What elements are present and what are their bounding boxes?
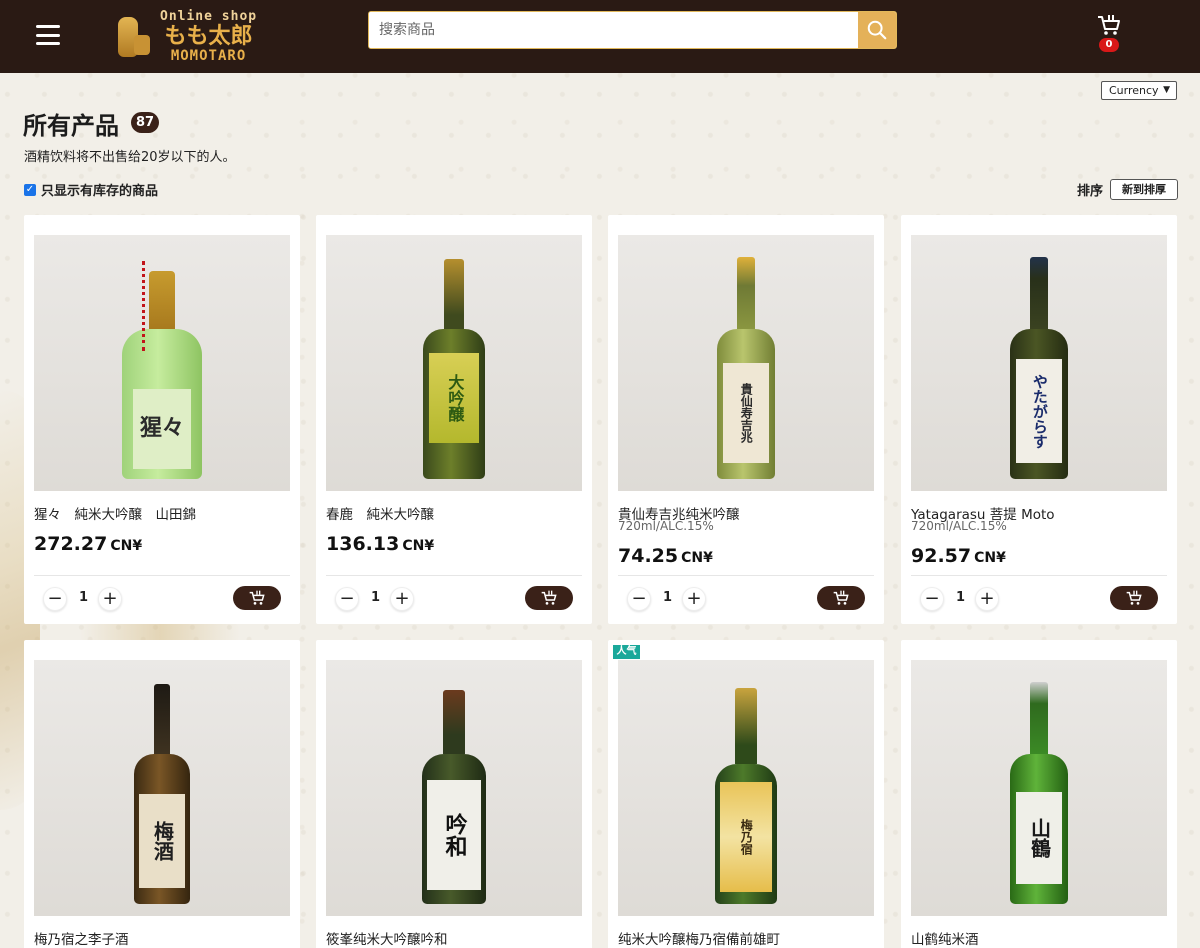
cart-count-badge: 0 <box>1099 38 1119 52</box>
bottle-label: 貴仙寿吉兆 <box>723 363 769 463</box>
sort-label: 排序 <box>1077 184 1104 199</box>
logo-tagline: Online shop <box>160 8 258 24</box>
quantity-decrease-button[interactable]: − <box>627 587 651 611</box>
product-image[interactable]: 貴仙寿吉兆 <box>618 235 874 491</box>
product-image[interactable]: 大吟醸 <box>326 235 582 491</box>
quantity-increase-button[interactable]: + <box>98 587 122 611</box>
page-title: 所有产品 <box>23 112 119 140</box>
price-currency: CN¥ <box>681 550 713 566</box>
bottle-label: 梅乃宿 <box>720 782 772 892</box>
divider <box>34 575 290 576</box>
top-header: Online shop もも太郎 MOMOTARO 0 <box>0 0 1200 73</box>
product-image[interactable]: 梅酒 <box>34 660 290 916</box>
product-card[interactable]: 山鶴 山鹤纯米酒 <box>901 640 1177 948</box>
add-to-cart-icon <box>541 590 557 605</box>
quantity-decrease-button[interactable]: − <box>43 587 67 611</box>
add-to-cart-button[interactable] <box>525 586 573 610</box>
bottle-label: 山鶴 <box>1016 792 1062 884</box>
bottle-label: 猩々 <box>133 389 191 469</box>
site-logo[interactable]: Online shop もも太郎 MOMOTARO <box>110 4 290 68</box>
shopping-cart-icon <box>1098 15 1120 35</box>
product-card[interactable]: 吟和 筱峯纯米大吟醸吟和 <box>316 640 592 948</box>
quantity-value: 1 <box>663 590 673 605</box>
product-card[interactable]: 梅乃宿 纯米大吟醸梅乃宿備前雄町 <box>608 640 884 948</box>
add-to-cart-icon <box>833 590 849 605</box>
product-card[interactable]: 大吟醸 春鹿 純米大吟醸 136.13 CN¥ − 1 + <box>316 215 592 624</box>
add-to-cart-icon <box>1126 590 1142 605</box>
age-notice: 酒精饮料将不出售给20岁以下的人。 <box>24 150 236 165</box>
add-to-cart-button[interactable] <box>817 586 865 610</box>
search-icon <box>867 20 887 40</box>
price-value: 74.25 <box>618 545 679 567</box>
popular-tag: 人气 <box>613 645 640 659</box>
product-image[interactable]: やたがらす <box>911 235 1167 491</box>
bottle-label: やたがらす <box>1016 359 1062 463</box>
sake-bottle-logo-icon <box>110 11 154 61</box>
product-price: 272.27 CN¥ <box>34 533 142 555</box>
search-button[interactable] <box>858 12 896 48</box>
quantity-decrease-button[interactable]: − <box>920 587 944 611</box>
divider <box>618 575 874 576</box>
quantity-value: 1 <box>371 590 381 605</box>
product-image[interactable]: 梅乃宿 <box>618 660 874 916</box>
product-name[interactable]: 山鹤纯米酒 <box>911 928 979 948</box>
product-name[interactable]: 筱峯纯米大吟醸吟和 <box>326 928 448 948</box>
price-value: 136.13 <box>326 533 400 555</box>
add-to-cart-button[interactable] <box>233 586 281 610</box>
product-image[interactable]: 猩々 <box>34 235 290 491</box>
product-spec: 720ml/ALC.15% <box>618 519 714 533</box>
price-currency: CN¥ <box>974 550 1006 566</box>
quantity-decrease-button[interactable]: − <box>335 587 359 611</box>
checkbox-checked-icon: ✓ <box>24 183 36 196</box>
product-price: 136.13 CN¥ <box>326 533 434 555</box>
product-name[interactable]: 春鹿 純米大吟醸 <box>326 503 434 523</box>
bottle-label: 大吟醸 <box>429 353 479 443</box>
quantity-increase-button[interactable]: + <box>682 587 706 611</box>
price-currency: CN¥ <box>110 538 143 554</box>
search-input[interactable] <box>369 12 858 48</box>
product-name[interactable]: 梅乃宿之李子酒 <box>34 928 129 948</box>
quantity-value: 1 <box>79 590 89 605</box>
product-image[interactable]: 吟和 <box>326 660 582 916</box>
product-count-badge: 87 <box>131 112 159 133</box>
product-name[interactable]: 猩々 純米大吟醸 山田錦 <box>34 503 196 523</box>
product-name[interactable]: 纯米大吟醸梅乃宿備前雄町 <box>618 928 780 948</box>
product-card[interactable]: 貴仙寿吉兆 貴仙寿吉兆纯米吟醸 720ml/ALC.15% 74.25 CN¥ −… <box>608 215 884 624</box>
bottle-label: 梅酒 <box>139 794 185 888</box>
product-card[interactable]: 猩々 猩々 純米大吟醸 山田錦 272.27 CN¥ − 1 + <box>24 215 300 624</box>
sort-select[interactable]: 新到排厚 <box>1110 179 1178 200</box>
price-value: 92.57 <box>911 545 972 567</box>
chevron-down-icon: ▼ <box>1163 85 1170 95</box>
quantity-increase-button[interactable]: + <box>975 587 999 611</box>
quantity-value: 1 <box>956 590 966 605</box>
hamburger-menu-icon[interactable] <box>36 25 60 45</box>
in-stock-only-checkbox[interactable]: ✓ 只显示有库存的商品 <box>24 180 158 199</box>
price-value: 272.27 <box>34 533 108 555</box>
price-currency: CN¥ <box>402 538 435 554</box>
product-price: 74.25 CN¥ <box>618 545 713 567</box>
bottle-label: 吟和 <box>427 780 481 890</box>
product-spec: 720ml/ALC.15% <box>911 519 1007 533</box>
currency-select-label: Currency <box>1109 84 1159 97</box>
quantity-increase-button[interactable]: + <box>390 587 414 611</box>
product-card[interactable]: やたがらす Yatagarasu 菩提 Moto 720ml/ALC.15% 9… <box>901 215 1177 624</box>
product-image[interactable]: 山鶴 <box>911 660 1167 916</box>
in-stock-only-label: 只显示有库存的商品 <box>41 184 159 199</box>
logo-brand-name: MOMOTARO <box>170 47 247 64</box>
add-to-cart-icon <box>249 590 265 605</box>
search-bar <box>368 11 897 49</box>
divider <box>326 575 582 576</box>
product-price: 92.57 CN¥ <box>911 545 1006 567</box>
divider <box>911 575 1167 576</box>
currency-select[interactable]: Currency ▼ <box>1101 81 1177 100</box>
product-card[interactable]: 梅酒 梅乃宿之李子酒 <box>24 640 300 948</box>
logo-japanese-name: もも太郎 <box>164 22 253 49</box>
add-to-cart-button[interactable] <box>1110 586 1158 610</box>
